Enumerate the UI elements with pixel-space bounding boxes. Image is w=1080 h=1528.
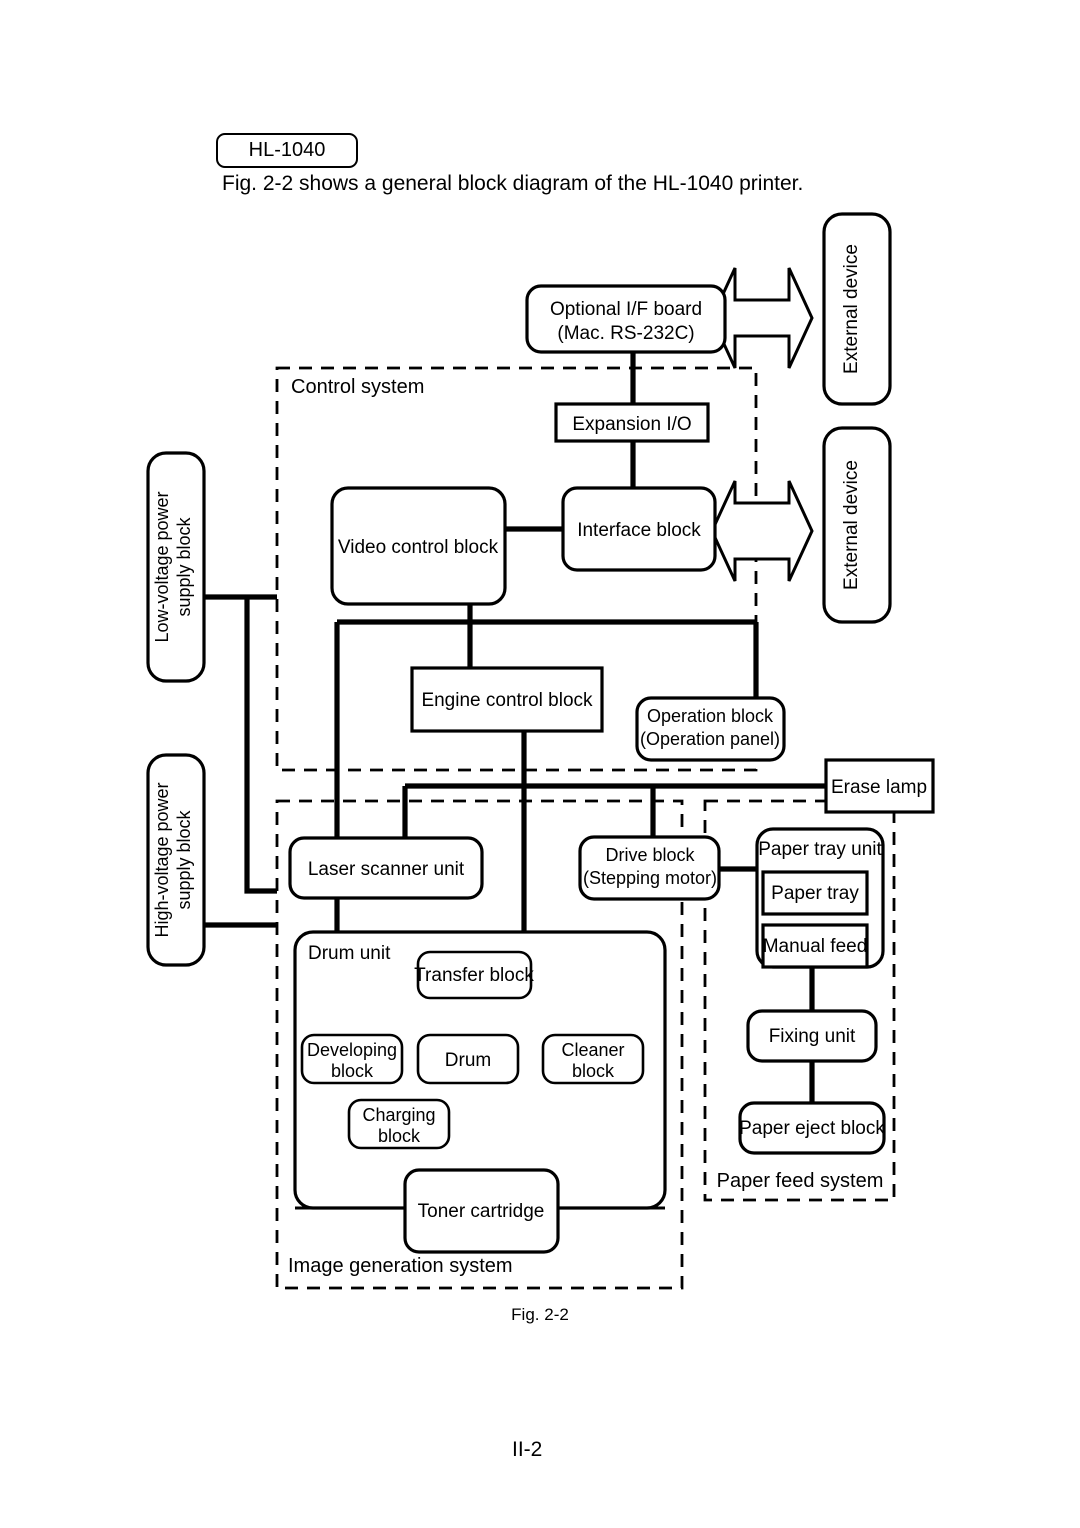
manual-feed-block: Manual feed — [761, 923, 869, 969]
fixing-unit-block: Fixing unit — [746, 1009, 878, 1063]
drive-block: Drive block (Stepping motor) — [578, 835, 721, 901]
developing-block-line1: Developing — [307, 1040, 397, 1060]
page-canvas: HL-1040 Fig. 2-2 shows a general block d… — [0, 0, 1080, 1528]
external-device-top-label: External device — [841, 244, 862, 374]
fixing-unit-label: Fixing unit — [769, 1026, 856, 1047]
laser-scanner-unit: Laser scanner unit — [288, 836, 484, 900]
paper-eject-block: Paper eject block — [738, 1101, 886, 1155]
engine-control-block-label: Engine control block — [421, 690, 593, 711]
paper-tray-label: Paper tray — [771, 883, 859, 904]
toner-cartridge: Toner cartridge — [403, 1168, 560, 1254]
high-voltage-line2: supply block — [174, 809, 194, 909]
drive-block-line2: (Stepping motor) — [583, 868, 717, 888]
laser-scanner-unit-label: Laser scanner unit — [308, 859, 465, 880]
developing-block: Developing block — [300, 1033, 404, 1085]
video-control-block-label: Video control block — [338, 537, 499, 558]
external-device-bottom-label: External device — [841, 460, 862, 590]
image-generation-system-label: Image generation system — [288, 1255, 513, 1277]
external-device-bottom: External device — [822, 426, 892, 624]
block-diagram: External device External device Optional… — [146, 212, 935, 1290]
low-voltage-line2: supply block — [174, 516, 194, 616]
charging-block-line2: block — [378, 1126, 421, 1146]
paper-feed-system-label: Paper feed system — [717, 1170, 884, 1192]
transfer-block-label: Transfer block — [414, 965, 534, 986]
control-system-label: Control system — [291, 376, 424, 398]
optional-if-board-line2: (Mac. RS-232C) — [557, 323, 694, 344]
optional-if-board-line1: Optional I/F board — [550, 299, 702, 320]
erase-lamp-block: Erase lamp — [824, 758, 935, 814]
drive-block-line1: Drive block — [605, 845, 695, 865]
external-device-top: External device — [822, 212, 892, 406]
wire-low-voltage-supply — [204, 594, 277, 894]
cleaner-block: Cleaner block — [541, 1033, 645, 1085]
interface-block-label: Interface block — [577, 520, 701, 541]
high-voltage-power-supply-block: High-voltage power supply block — [146, 753, 206, 967]
operation-block: Operation block (Operation panel) — [635, 696, 786, 762]
cleaner-block-line2: block — [572, 1061, 615, 1081]
engine-control-block: Engine control block — [410, 666, 604, 733]
page-number: II-2 — [512, 1438, 543, 1461]
high-voltage-line1: High-voltage power — [152, 782, 172, 937]
expansion-io-label: Expansion I/O — [572, 414, 691, 435]
cleaner-block-line1: Cleaner — [561, 1040, 624, 1060]
drum-label: Drum — [445, 1050, 491, 1071]
charging-block: Charging block — [347, 1098, 451, 1150]
paper-tray-unit-label: Paper tray unit — [758, 839, 882, 860]
erase-lamp-label: Erase lamp — [831, 777, 927, 798]
interface-block: Interface block — [561, 486, 717, 572]
transfer-block: Transfer block — [414, 950, 534, 1000]
manual-feed-label: Manual feed — [763, 936, 868, 957]
toner-cartridge-label: Toner cartridge — [418, 1201, 545, 1222]
figure-label: Fig. 2-2 — [511, 1305, 569, 1324]
bidirectional-arrow-top-icon — [710, 267, 814, 369]
operation-block-line2: (Operation panel) — [640, 729, 780, 749]
video-control-block: Video control block — [330, 486, 507, 606]
optional-if-board: Optional I/F board (Mac. RS-232C) — [525, 284, 727, 354]
drum-unit-label: Drum unit — [308, 943, 391, 964]
charging-block-line1: Charging — [362, 1105, 435, 1125]
paper-tray-block: Paper tray — [761, 870, 869, 916]
bidirectional-arrow-bottom-icon — [710, 480, 814, 582]
paper-eject-block-label: Paper eject block — [739, 1118, 885, 1139]
expansion-io-block: Expansion I/O — [554, 402, 710, 443]
developing-block-line2: block — [331, 1061, 374, 1081]
operation-block-line1: Operation block — [647, 706, 774, 726]
low-voltage-power-supply-block: Low-voltage power supply block — [146, 451, 206, 683]
low-voltage-line1: Low-voltage power — [152, 491, 172, 642]
drum-block: Drum — [416, 1033, 520, 1085]
